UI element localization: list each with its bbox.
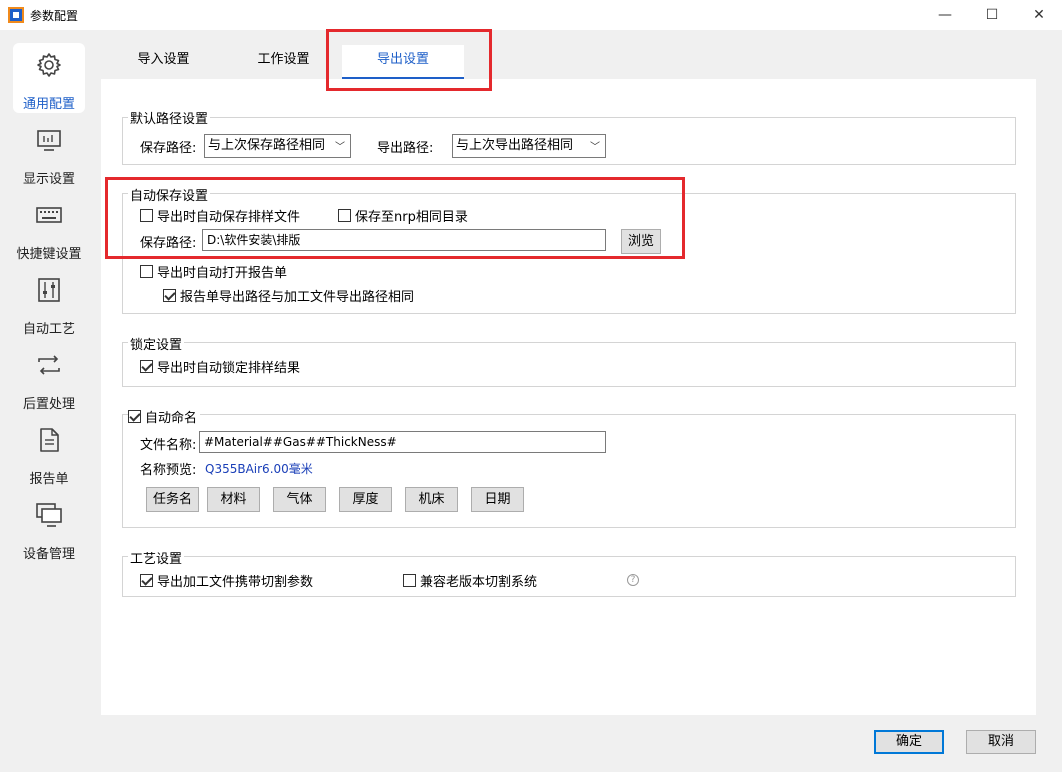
sidebar: 通用配置 显示设置 快捷键设置 自动工艺 后置处理 报告单 设备管理 [0, 30, 97, 772]
save-path-label: 保存路径: [140, 141, 197, 156]
checkbox-box [403, 574, 416, 587]
auto-save-path-label: 保存路径: [140, 236, 197, 251]
checkbox-box [140, 360, 153, 373]
checkbox-label: 导出加工文件携带切割参数 [157, 575, 314, 590]
document-icon [40, 428, 59, 452]
help-icon[interactable]: ? [627, 574, 639, 586]
tab-import-settings[interactable]: 导入设置 [111, 45, 216, 79]
insert-material-button[interactable]: 材料 [207, 487, 260, 512]
sidebar-item-report[interactable]: 报告单 [13, 418, 85, 488]
preview-label: 名称预览: [140, 463, 197, 478]
sidebar-item-label: 后置处理 [22, 397, 75, 412]
chevron-down-icon: ﹀ [590, 142, 600, 153]
sidebar-item-shortcuts[interactable]: 快捷键设置 [13, 193, 85, 263]
checkbox-label: 兼容老版本切割系统 [420, 575, 538, 590]
title-bar: 参数配置 — ☐ ✕ [0, 0, 1062, 30]
ok-button[interactable]: 确定 [874, 730, 944, 754]
sidebar-item-device-management[interactable]: 设备管理 [13, 493, 85, 563]
sidebar-item-label: 通用配置 [22, 97, 75, 112]
maximize-button[interactable]: ☐ [969, 0, 1015, 30]
sidebar-item-label: 快捷键设置 [16, 247, 82, 262]
keyboard-icon [36, 207, 62, 223]
sidebar-item-general[interactable]: 通用配置 [13, 43, 85, 113]
tab-work-settings[interactable]: 工作设置 [231, 45, 336, 79]
settings-panel: 导入设置 工作设置 导出设置 默认路径设置 保存路径: 与上次保存路径相同 ﹀ … [101, 29, 1036, 715]
devices-icon [36, 503, 62, 527]
repeat-icon [38, 355, 60, 375]
auto-lock-checkbox[interactable]: 导出时自动锁定排样结果 [140, 357, 300, 376]
checkbox-box [128, 410, 141, 423]
insert-date-button[interactable]: 日期 [471, 487, 524, 512]
minimize-icon: — [938, 7, 952, 23]
report-same-path-checkbox[interactable]: 报告单导出路径与加工文件导出路径相同 [163, 286, 414, 305]
auto-name-checkbox[interactable]: 自动命名 [128, 407, 201, 426]
process-title: 工艺设置 [128, 548, 185, 567]
checkbox-box [140, 574, 153, 587]
auto-save-path-input[interactable]: D:\软件安装\排版 [202, 229, 606, 251]
maximize-icon: ☐ [985, 7, 999, 23]
default-path-title: 默认路径设置 [128, 108, 211, 127]
window-title: 参数配置 [30, 9, 79, 23]
checkbox-box [338, 209, 351, 222]
insert-task-name-button[interactable]: 任务名 [146, 487, 199, 512]
auto-open-report-checkbox[interactable]: 导出时自动打开报告单 [140, 262, 287, 281]
insert-machine-button[interactable]: 机床 [405, 487, 458, 512]
lock-title: 锁定设置 [128, 334, 185, 353]
sidebar-item-label: 显示设置 [22, 172, 75, 187]
gear-icon [37, 53, 61, 77]
name-preview-value: Q355BAir6.00毫米 [205, 462, 313, 476]
sliders-icon [38, 278, 60, 302]
export-path-value: 与上次导出路径相同 [456, 138, 574, 153]
monitor-icon [37, 130, 61, 151]
minimize-button[interactable]: — [922, 0, 968, 30]
carry-cut-params-checkbox[interactable]: 导出加工文件携带切割参数 [140, 571, 313, 590]
sidebar-item-label: 报告单 [29, 472, 69, 487]
sidebar-item-auto-process[interactable]: 自动工艺 [13, 268, 85, 338]
close-icon: ✕ [1033, 7, 1045, 23]
checkbox-label: 导出时自动保存排样文件 [157, 210, 301, 225]
checkbox-label: 保存至nrp相同目录 [355, 210, 468, 225]
sidebar-item-label: 设备管理 [22, 547, 75, 562]
checkbox-label: 自动命名 [145, 411, 198, 426]
browse-button[interactable]: 浏览 [621, 229, 661, 254]
checkbox-box [163, 289, 176, 302]
save-to-nrp-dir-checkbox[interactable]: 保存至nrp相同目录 [338, 206, 468, 225]
tab-export-settings[interactable]: 导出设置 [342, 45, 464, 79]
insert-thickness-button[interactable]: 厚度 [339, 487, 392, 512]
chevron-down-icon: ﹀ [335, 142, 345, 153]
checkbox-label: 导出时自动锁定排样结果 [157, 361, 301, 376]
filename-label: 文件名称: [140, 438, 197, 453]
auto-save-title: 自动保存设置 [128, 185, 211, 204]
sidebar-item-display[interactable]: 显示设置 [13, 118, 85, 188]
cancel-button[interactable]: 取消 [966, 730, 1036, 754]
close-button[interactable]: ✕ [1016, 0, 1062, 30]
checkbox-label: 导出时自动打开报告单 [157, 266, 288, 281]
export-path-select[interactable]: 与上次导出路径相同 ﹀ [452, 134, 606, 158]
filename-input[interactable]: #Material##Gas##ThickNess# [199, 431, 606, 453]
save-path-select[interactable]: 与上次保存路径相同 ﹀ [204, 134, 351, 158]
sidebar-item-post-processing[interactable]: 后置处理 [13, 343, 85, 413]
checkbox-label: 报告单导出路径与加工文件导出路径相同 [180, 290, 415, 305]
sidebar-item-label: 自动工艺 [22, 322, 75, 337]
save-path-value: 与上次保存路径相同 [208, 138, 326, 153]
checkbox-box [140, 265, 153, 278]
auto-save-on-export-checkbox[interactable]: 导出时自动保存排样文件 [140, 206, 300, 225]
export-path-label: 导出路径: [377, 141, 434, 156]
compat-old-version-checkbox[interactable]: 兼容老版本切割系统 [403, 571, 537, 590]
app-logo-icon [8, 7, 24, 23]
checkbox-box [140, 209, 153, 222]
insert-gas-button[interactable]: 气体 [273, 487, 326, 512]
